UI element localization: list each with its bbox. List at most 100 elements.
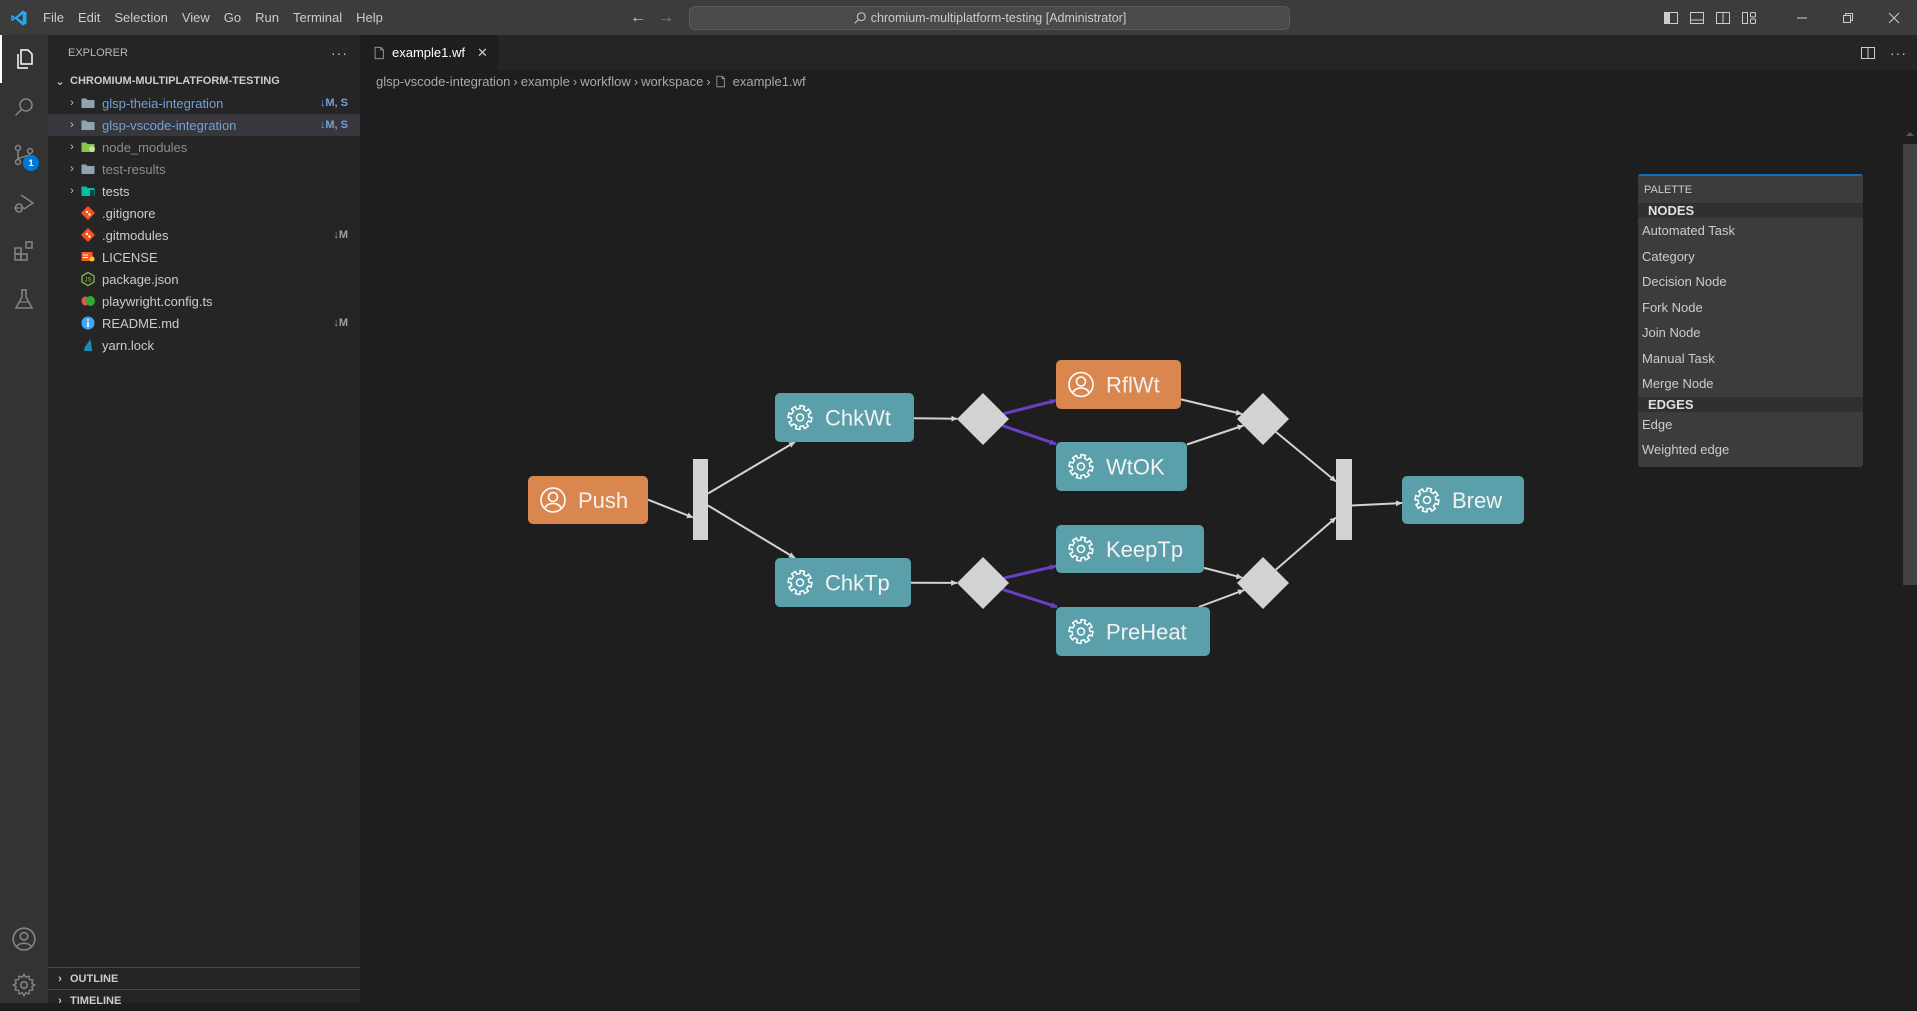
palette-item-manual-task[interactable]: Manual Task — [1638, 346, 1863, 372]
node-rflwt[interactable]: RflWt — [1056, 360, 1181, 409]
palette-item-decision-node[interactable]: Decision Node — [1638, 269, 1863, 295]
node-chkwt[interactable]: ChkWt — [775, 393, 914, 442]
node-keeptp[interactable]: KeepTp — [1056, 525, 1204, 573]
breadcrumb: glsp-vscode-integration›example›workflow… — [360, 70, 1917, 92]
palette-item-merge-node[interactable]: Merge Node — [1638, 371, 1863, 397]
activity-testing[interactable] — [0, 275, 48, 323]
node-dec1[interactable] — [957, 393, 1009, 445]
tree-item[interactable]: yarn.lock — [48, 334, 360, 356]
explorer-more-actions-icon[interactable]: ··· — [331, 45, 348, 61]
node-wtok[interactable]: WtOK — [1056, 442, 1187, 491]
workspace-root[interactable]: ⌄ CHROMIUM-MULTIPLATFORM-TESTING — [48, 70, 360, 92]
menu-help[interactable]: Help — [349, 0, 390, 35]
activity-explorer[interactable] — [0, 35, 48, 83]
scroll-up-arrow-icon[interactable] — [1906, 132, 1914, 136]
tree-item[interactable]: LICENSE — [48, 246, 360, 268]
toggle-primary-sidebar-icon[interactable] — [1663, 10, 1679, 26]
activity-accounts[interactable] — [0, 915, 48, 963]
diagram-canvas[interactable]: Push ChkWt ChkTp RflWt WtOK KeepTp PreHeat Brew… — [360, 92, 1917, 1003]
node-label: ChkWt — [825, 406, 891, 431]
menu-selection[interactable]: Selection — [107, 0, 174, 35]
tree-item[interactable]: ›test-results — [48, 158, 360, 180]
tree-item-label: glsp-theia-integration — [102, 96, 320, 111]
outline-section[interactable]: › OUTLINE — [48, 967, 360, 989]
activity-manage[interactable] — [0, 961, 48, 1009]
tree-item[interactable]: ›glsp-theia-integration↓M, S — [48, 92, 360, 114]
edge-merge1-to-join[interactable] — [1276, 432, 1336, 482]
tab-bar: example1.wf ✕ ··· — [360, 35, 1917, 70]
edge-preheat-to-merge2[interactable] — [1199, 590, 1244, 607]
node-join[interactable] — [1336, 459, 1352, 540]
palette-item-weighted-edge[interactable]: Weighted edge — [1638, 437, 1863, 463]
edge-fork-to-chktp[interactable] — [708, 506, 795, 559]
menu-view[interactable]: View — [175, 0, 217, 35]
restore-button[interactable] — [1825, 0, 1871, 35]
fork-bar — [693, 459, 708, 540]
edge-fork-to-chkwt[interactable] — [708, 442, 795, 494]
edge-rflwt-to-merge1[interactable] — [1181, 399, 1242, 414]
close-tab-icon[interactable]: ✕ — [477, 45, 488, 61]
palette-item-join-node[interactable]: Join Node — [1638, 320, 1863, 346]
activity-source-control[interactable]: 1 — [0, 131, 48, 179]
node-fork[interactable] — [693, 459, 708, 540]
edge-wtok-to-merge1[interactable] — [1187, 426, 1244, 445]
palette-item-edge[interactable]: Edge — [1638, 412, 1863, 438]
node-preheat[interactable]: PreHeat — [1056, 607, 1210, 656]
edge-push-to-fork[interactable] — [648, 500, 693, 518]
activity-run-debug[interactable] — [0, 179, 48, 227]
edge-dec1-to-wtok[interactable] — [1002, 426, 1056, 444]
chevron-right-icon: › — [64, 119, 80, 131]
toggle-secondary-sidebar-icon[interactable] — [1715, 10, 1731, 26]
tree-item-label: .gitignore — [102, 206, 348, 221]
tree-item[interactable]: ›node_modules — [48, 136, 360, 158]
menu-terminal[interactable]: Terminal — [286, 0, 349, 35]
tab-example1-wf[interactable]: example1.wf ✕ — [360, 35, 498, 70]
breadcrumb-item[interactable]: workspace — [641, 74, 703, 89]
toggle-panel-icon[interactable] — [1689, 10, 1705, 26]
palette-item-fork-node[interactable]: Fork Node — [1638, 295, 1863, 321]
tree-item[interactable]: .gitmodules↓M — [48, 224, 360, 246]
minimize-button[interactable] — [1779, 0, 1825, 35]
tree-item[interactable]: README.md↓M — [48, 312, 360, 334]
activity-extensions[interactable] — [0, 227, 48, 275]
breadcrumb-item[interactable]: workflow — [580, 74, 631, 89]
edge-merge2-to-join[interactable] — [1276, 518, 1336, 570]
edge-keeptp-to-merge2[interactable] — [1204, 568, 1242, 578]
more-actions-icon[interactable]: ··· — [1890, 45, 1907, 61]
split-editor-icon[interactable] — [1860, 45, 1876, 61]
activity-search[interactable] — [0, 83, 48, 131]
node-chktp[interactable]: ChkTp — [775, 558, 911, 607]
node-brew[interactable]: Brew — [1402, 476, 1524, 524]
breadcrumb-item[interactable]: glsp-vscode-integration — [376, 74, 510, 89]
breadcrumb-item[interactable]: example1.wf — [733, 74, 806, 89]
tree-item[interactable]: ›tests — [48, 180, 360, 202]
node-dec2[interactable] — [957, 557, 1009, 609]
menu-file[interactable]: File — [36, 0, 71, 35]
forward-arrow-icon[interactable]: → — [658, 9, 674, 27]
customize-layout-icon[interactable] — [1741, 10, 1757, 26]
palette-item-category[interactable]: Category — [1638, 244, 1863, 270]
back-arrow-icon[interactable]: ← — [630, 9, 646, 27]
timeline-section[interactable]: › TIMELINE — [48, 989, 360, 1011]
menu-go[interactable]: Go — [217, 0, 248, 35]
node-push[interactable]: Push — [528, 476, 648, 524]
tree-item-label: node_modules — [102, 140, 348, 155]
edge-join-to-brew[interactable] — [1352, 503, 1402, 506]
edge-dec2-to-preheat[interactable] — [1003, 589, 1058, 607]
menu-run[interactable]: Run — [248, 0, 286, 35]
tree-item-label: glsp-vscode-integration — [102, 118, 320, 133]
tree-item[interactable]: playwright.config.ts — [48, 290, 360, 312]
tree-item[interactable]: .gitignore — [48, 202, 360, 224]
vertical-scrollbar[interactable] — [1903, 144, 1917, 585]
tree-item[interactable]: ›glsp-vscode-integration↓M, S — [48, 114, 360, 136]
tree-item[interactable]: JSpackage.json — [48, 268, 360, 290]
breadcrumb-item[interactable]: example — [521, 74, 570, 89]
command-center-search[interactable]: chromium-multiplatform-testing [Administ… — [689, 6, 1290, 30]
vscode-logo-icon — [2, 0, 36, 35]
tree-item-label: README.md — [102, 316, 333, 331]
edge-dec1-to-rflwt[interactable] — [1004, 400, 1056, 413]
close-window-button[interactable] — [1871, 0, 1917, 35]
edge-dec2-to-keeptp[interactable] — [1004, 566, 1056, 578]
palette-item-automated-task[interactable]: Automated Task — [1638, 218, 1863, 244]
menu-edit[interactable]: Edit — [71, 0, 107, 35]
